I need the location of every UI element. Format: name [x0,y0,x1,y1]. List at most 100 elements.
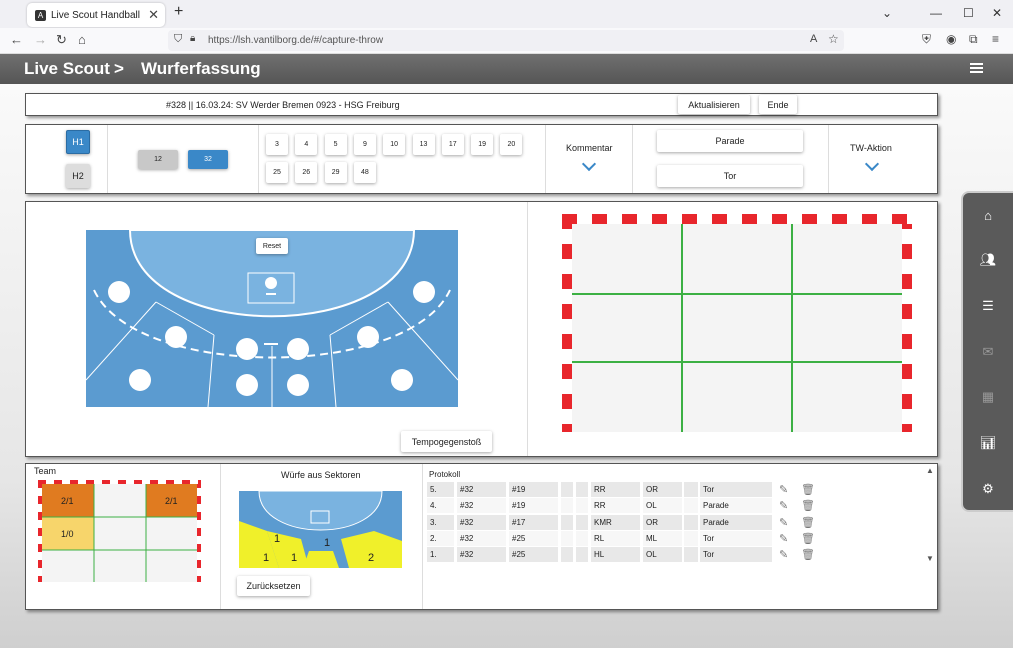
goalkeeper-12-button[interactable]: 12 [138,150,178,169]
cell-pos: KMR [591,514,640,530]
controls-bar: H1 H2 12 32 3 4 5 9 10 13 17 19 20 25 26 29 48 Komm… [25,124,938,194]
delete-icon[interactable]: 🗑︎ [801,499,815,512]
hamburger-menu-icon[interactable] [970,63,983,75]
delete-icon[interactable]: 🗑︎ [801,483,815,496]
sectors-reset-button[interactable]: Zurücksetzen [237,576,310,596]
url-text[interactable]: https://lsh.vantilborg.de/#/capture-thro… [208,35,383,46]
position-rl-marker[interactable] [236,374,258,396]
goal-net-area[interactable] [572,224,902,432]
table-row[interactable]: 3. #32 #17 KMR OR Parade ✎ 🗑︎ [427,514,875,530]
position-lf-marker[interactable] [108,281,130,303]
close-window-icon[interactable]: ✕ [992,6,1002,20]
pocket-icon[interactable]: ⛨ [922,32,931,47]
player-26-button[interactable]: 26 [295,162,318,183]
sectors-title: Würfe aus Sektoren [281,470,361,480]
lock-icon[interactable]: 🔒︎ [190,33,195,44]
end-button[interactable]: Ende [759,95,797,114]
chevron-down-icon[interactable]: ⌄ [882,6,892,20]
back-icon[interactable]: ← [10,32,23,47]
goalkeeper-32-button[interactable]: 32 [188,150,228,169]
half-2-button[interactable]: H2 [66,164,90,188]
player-13-button[interactable]: 13 [412,134,435,155]
edit-icon[interactable]: ✎ [779,516,788,529]
delete-icon[interactable]: 🗑︎ [801,516,815,529]
team-title: Team [34,466,57,476]
cell-gk: #32 [457,547,506,563]
table-row[interactable]: 1. #32 #25 HL OL Tor ✎ 🗑︎ [427,547,875,563]
chevron-down-icon[interactable] [581,156,597,172]
cell-result: Parade [700,498,772,514]
new-tab-button[interactable]: + [174,3,183,21]
scroll-up-icon[interactable]: ▲ [926,466,934,475]
comment-label[interactable]: Kommentar [566,143,613,153]
position-kr-marker[interactable] [357,326,379,348]
edit-icon[interactable]: ✎ [779,499,788,512]
position-hr-marker[interactable] [391,369,413,391]
position-kl-marker[interactable] [165,326,187,348]
gk-action-label[interactable]: TW-Aktion [850,143,892,153]
delete-icon[interactable]: 🗑︎ [801,532,815,545]
half-1-button[interactable]: H1 [66,130,90,154]
save-parade-button[interactable]: Parade [657,130,803,152]
chevron-down-icon[interactable] [864,156,880,172]
forward-icon[interactable]: → [34,32,47,47]
player-4-button[interactable]: 4 [295,134,318,155]
url-bar[interactable]: ⛉ 🔒︎ https://lsh.vantilborg.de/#/capture… [168,30,844,51]
account-icon[interactable]: ◉ [946,32,956,46]
table-row[interactable]: 4. #32 #19 RR OL Parade ✎ 🗑︎ [427,498,875,514]
goal-icon[interactable]: ▦ [979,389,997,404]
team-cell-value: 2/1 [165,496,178,506]
delete-icon[interactable]: 🗑︎ [801,548,815,561]
edit-icon[interactable]: ✎ [779,483,788,496]
player-48-button[interactable]: 48 [353,162,376,183]
position-kml-marker[interactable] [236,338,258,360]
mail-icon[interactable]: ✉ [979,344,997,359]
chart-icon[interactable]: 📊︎ [979,435,997,450]
cell-empty [561,514,573,530]
edit-icon[interactable]: ✎ [779,532,788,545]
tab-title: Live Scout Handball [51,9,140,21]
player-10-button[interactable]: 10 [383,134,406,155]
scroll-down-icon[interactable]: ▼ [926,554,934,563]
menu-icon[interactable]: ≡ [992,32,999,46]
reload-icon[interactable]: ↻ [56,32,67,48]
refresh-button[interactable]: Aktualisieren [678,95,750,114]
list-icon[interactable]: ☰ [979,298,997,313]
goal-button[interactable]: Tor [657,165,803,187]
bookmark-star-icon[interactable]: ☆ [828,32,839,46]
table-row[interactable]: 5. #32 #19 RR OR Tor ✎ 🗑︎ [427,482,875,497]
position-kmr-marker[interactable] [287,338,309,360]
player-29-button[interactable]: 29 [324,162,347,183]
browser-tab[interactable]: A Live Scout Handball ✕ [27,3,165,27]
table-row[interactable]: 2. #32 #25 RL ML Tor ✎ 🗑︎ [427,530,875,546]
settings-icon[interactable]: ⚙ [979,481,997,496]
translate-icon[interactable]: A [810,33,817,45]
app-title[interactable]: Live Scout [24,59,110,79]
protocol-scrollbar[interactable]: ▲ ▼ [924,466,936,566]
close-tab-icon[interactable]: ✕ [148,7,159,23]
position-rf-marker[interactable] [413,281,435,303]
edit-icon[interactable]: ✎ [779,548,788,561]
minimize-icon[interactable]: — [930,6,942,20]
player-9-button[interactable]: 9 [353,134,376,155]
shield-icon[interactable]: ⛉ [174,33,182,46]
goalkeeper-marker[interactable] [265,277,277,289]
home-icon[interactable]: ⌂ [979,208,997,223]
position-rr-marker[interactable] [287,374,309,396]
player-5-button[interactable]: 5 [324,134,347,155]
team-icon[interactable]: 👥︎ [979,252,997,267]
reset-button[interactable]: Reset [256,238,288,254]
cell-empty [576,547,588,563]
player-17-button[interactable]: 17 [441,134,464,155]
sector-rm[interactable] [303,551,339,568]
home-icon[interactable]: ⌂ [78,32,86,47]
player-25-button[interactable]: 25 [266,162,288,183]
fastbreak-button[interactable]: Tempogegenstoß [401,431,492,452]
player-20-button[interactable]: 20 [500,134,523,155]
maximize-icon[interactable]: ☐ [963,6,974,20]
cell-pos: RL [591,530,640,546]
player-3-button[interactable]: 3 [266,134,288,155]
player-19-button[interactable]: 19 [471,134,494,155]
extensions-icon[interactable]: ⧉ [969,32,978,47]
position-hl-marker[interactable] [129,369,151,391]
